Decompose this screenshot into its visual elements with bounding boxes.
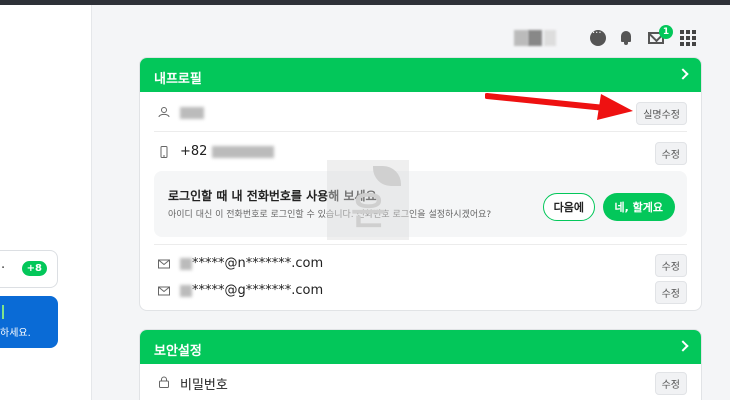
- name-value: [180, 105, 204, 120]
- chevron-right-icon[interactable]: [677, 340, 689, 352]
- left-notice-mark: [2, 305, 14, 319]
- phone-icon: [160, 146, 168, 158]
- security-title: 보안설정: [154, 344, 202, 359]
- watermark-logo: 은: [327, 160, 409, 240]
- annotation-arrow: [485, 93, 633, 120]
- left-panel: · +8 하세요.: [0, 5, 92, 400]
- phone-prefix: +82: [180, 144, 208, 159]
- security-header[interactable]: 보안설정: [140, 330, 701, 364]
- password-edit-button[interactable]: 수정: [654, 372, 687, 395]
- left-notice-text: 하세요.: [0, 328, 31, 339]
- mail-icon: [158, 259, 170, 269]
- email-edit-button-2[interactable]: 수정: [654, 281, 687, 304]
- later-button[interactable]: 다음에: [542, 193, 595, 221]
- left-notice-card[interactable]: 하세요.: [0, 296, 58, 348]
- phone-login-suggestion: 로그인할 때 내 전화번호를 사용해 보세요 아이디 대신 이 전화번호로 로그…: [154, 171, 687, 237]
- password-label: 비밀번호: [180, 378, 228, 393]
- top-bar: [0, 0, 730, 5]
- mail-icon: [158, 286, 170, 296]
- phone-value: +82: [180, 144, 274, 159]
- confirm-button[interactable]: 네, 할게요: [602, 193, 675, 221]
- email-value-2: *****@g*******.com: [180, 283, 323, 298]
- bell-icon[interactable]: [618, 30, 634, 46]
- divider: [154, 244, 687, 245]
- phone-edit-button[interactable]: 수정: [654, 142, 687, 165]
- phone-row: +82 수정: [154, 132, 687, 172]
- avatar[interactable]: [514, 28, 566, 48]
- email-text-1: *****@n*******.com: [192, 256, 324, 271]
- email-text-2: *****@g*******.com: [192, 283, 324, 298]
- email-row-2: *****@g*******.com 수정: [154, 277, 687, 304]
- chat-icon[interactable]: [590, 28, 606, 46]
- watermark-glyph: 은: [351, 189, 386, 233]
- password-row: 비밀번호 수정: [154, 364, 687, 400]
- security-card: 보안설정 비밀번호 수정: [139, 329, 702, 400]
- left-card-dot: ·: [1, 261, 6, 276]
- apps-grid-icon[interactable]: [680, 30, 696, 46]
- person-icon: [158, 107, 170, 118]
- mail-badge: 1: [659, 25, 673, 39]
- email-row-1: *****@n*******.com 수정: [154, 250, 687, 277]
- profile-title: 내프로필: [154, 72, 202, 87]
- left-card-badge: +8: [21, 261, 47, 276]
- chevron-right-icon[interactable]: [677, 68, 689, 80]
- lock-icon: [159, 376, 169, 388]
- email-value-1: *****@n*******.com: [180, 256, 323, 271]
- real-name-edit-button[interactable]: 실명수정: [636, 102, 687, 125]
- left-card[interactable]: · +8: [0, 250, 58, 288]
- email-edit-button-1[interactable]: 수정: [654, 254, 687, 277]
